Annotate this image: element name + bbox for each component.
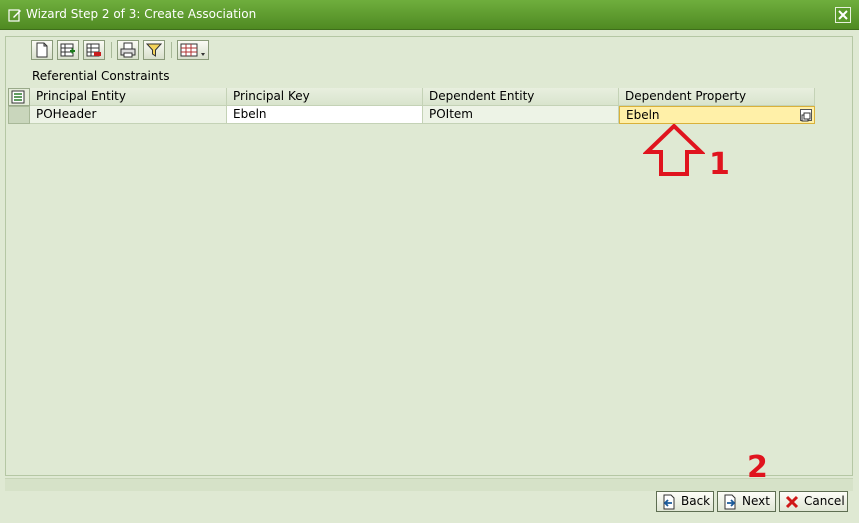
delete-row-icon: [86, 43, 101, 57]
insert-row-icon: [60, 43, 75, 57]
layout-menu-button[interactable]: [177, 40, 209, 60]
next-button[interactable]: Next: [717, 491, 776, 512]
cancel-button[interactable]: Cancel: [779, 491, 848, 512]
annotation-number-1: 1: [709, 147, 730, 182]
print-icon: [120, 42, 136, 58]
main-panel: Referential Constraints Principal Entity…: [5, 36, 853, 476]
cancel-icon: [785, 495, 799, 509]
column-header-dependent-property[interactable]: Dependent Property: [619, 88, 815, 106]
new-document-button[interactable]: [31, 40, 53, 60]
new-document-icon: [36, 42, 48, 58]
select-all-button[interactable]: [8, 88, 30, 106]
row-selector[interactable]: [8, 106, 30, 124]
column-header-principal-entity[interactable]: Principal Entity: [30, 88, 227, 106]
layout-menu-icon: [180, 43, 205, 57]
window-title: Wizard Step 2 of 3: Create Association: [26, 7, 257, 21]
toolbar-separator: [171, 42, 172, 58]
cell-dependent-property[interactable]: Ebeln: [619, 106, 815, 124]
filter-button[interactable]: [143, 40, 165, 60]
cell-principal-entity: POHeader: [30, 106, 227, 124]
wizard-edit-icon: [8, 8, 22, 22]
dependent-property-value: Ebeln: [626, 108, 660, 122]
toolbar-separator: [111, 42, 112, 58]
section-label-referential-constraints: Referential Constraints: [32, 69, 170, 83]
value-help-button[interactable]: [800, 109, 812, 122]
table-settings-icon: [11, 90, 25, 104]
delete-row-button[interactable]: [83, 40, 105, 60]
annotation-up-arrow: [643, 124, 705, 176]
back-button[interactable]: Back: [656, 491, 714, 512]
status-strip: [5, 478, 853, 491]
print-button[interactable]: [117, 40, 139, 60]
insert-row-button[interactable]: [57, 40, 79, 60]
column-header-dependent-entity[interactable]: Dependent Entity: [423, 88, 619, 106]
cell-principal-key[interactable]: Ebeln: [227, 106, 423, 124]
cell-dependent-entity: POItem: [423, 106, 619, 124]
value-help-icon: [801, 112, 811, 122]
back-label: Back: [681, 494, 711, 508]
close-button[interactable]: [835, 7, 851, 23]
filter-icon: [146, 43, 162, 57]
cancel-label: Cancel: [804, 494, 845, 508]
window-titlebar: Wizard Step 2 of 3: Create Association: [0, 0, 859, 30]
focus-corner: [620, 107, 624, 111]
close-icon: [838, 10, 848, 20]
next-icon: [724, 494, 736, 510]
next-label: Next: [742, 494, 770, 508]
back-icon: [663, 494, 675, 510]
column-header-principal-key[interactable]: Principal Key: [227, 88, 423, 106]
focus-corner: [620, 119, 624, 123]
